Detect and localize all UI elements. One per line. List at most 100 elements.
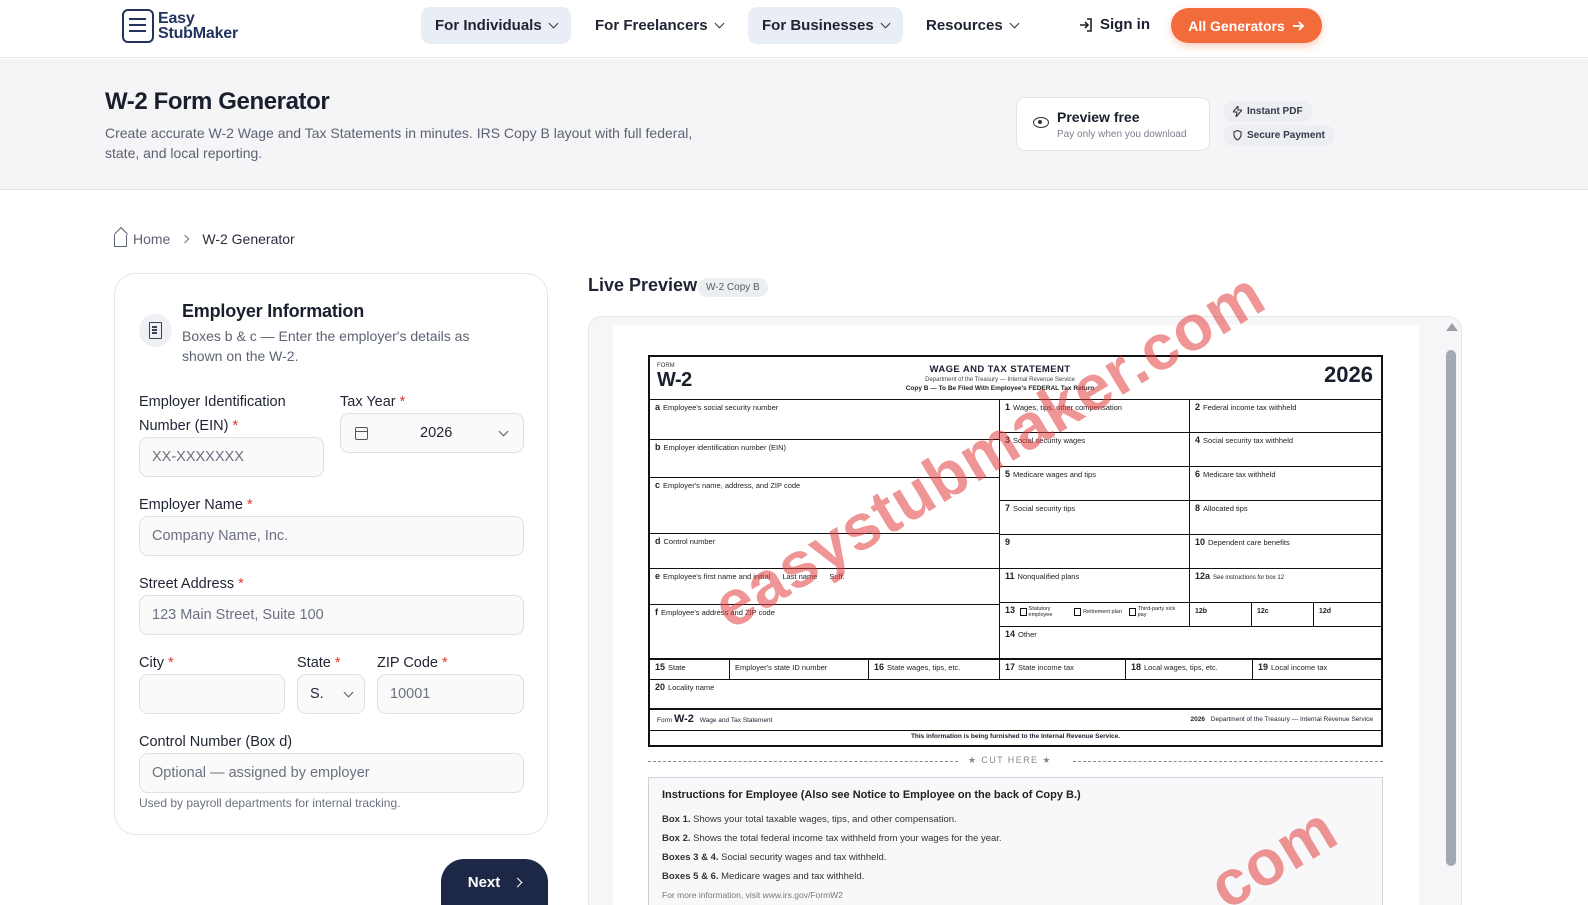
w2-box-num: 17 (1005, 662, 1016, 672)
next-label: Next (467, 873, 501, 891)
required-mark: * (168, 655, 174, 671)
instruction-line: Boxes 3 & 4. Social security wages and t… (662, 848, 1369, 867)
control-number-input[interactable]: Optional — assigned by employer (139, 753, 524, 793)
w2-box-num: c (655, 480, 661, 490)
w2-box-label: Employee's address and ZIP code (661, 608, 775, 617)
w2-box-2: 2 Federal income tax withheld (1190, 399, 1383, 433)
shield-icon (1233, 130, 1242, 141)
required-mark: * (232, 418, 239, 434)
instruction-text: Shows the total federal income tax withh… (693, 833, 1002, 844)
w2-box-label: Local wages, tips, etc. (1144, 663, 1218, 672)
state-label: State * (297, 651, 341, 675)
preview-scrollbar[interactable] (1446, 350, 1456, 866)
preview-free-subtitle: Pay only when you download (1057, 129, 1187, 140)
w2-box-label-last: Last name (782, 572, 818, 581)
w2-box-label: Medicare wages and tips (1013, 470, 1096, 479)
scroll-up-arrow[interactable] (1446, 323, 1458, 331)
zip-label: ZIP Code * (377, 651, 448, 675)
w2-box-num: e (655, 571, 661, 581)
zip-input[interactable]: 10001 (377, 674, 524, 714)
city-label: City * (139, 651, 174, 675)
state-select[interactable]: S. (297, 674, 365, 714)
preview-free-card[interactable]: Preview free Pay only when you download (1016, 97, 1210, 151)
zip-placeholder: 10001 (390, 686, 431, 702)
instructions-title: Instructions for Employee (Also see Noti… (662, 789, 1081, 801)
third-party-checkbox[interactable] (1128, 608, 1136, 616)
city-input[interactable] (139, 674, 285, 714)
cut-line-left (648, 761, 958, 762)
w2-box-label: Dependent care benefits (1208, 538, 1290, 547)
nav-for-individuals[interactable]: For Individuals (421, 7, 571, 44)
home-icon (114, 234, 127, 247)
nav-for-freelancers[interactable]: For Freelancers (581, 7, 737, 44)
w2-box-num: 18 (1131, 662, 1142, 672)
w2-box-num: 1 (1005, 402, 1011, 412)
page-description: Create accurate W-2 Wage and Tax Stateme… (105, 125, 693, 161)
logo[interactable]: Easy StubMaker (122, 9, 238, 43)
w2-box-num: 5 (1005, 469, 1011, 479)
breadcrumb-home[interactable]: Home (133, 231, 170, 247)
w2-box-12b: 12b (1190, 603, 1252, 627)
w2-box-label: Employer's name, address, and ZIP code (663, 481, 801, 490)
nav-for-businesses[interactable]: For Businesses (748, 7, 903, 44)
employee-instructions: Instructions for Employee (Also see Noti… (648, 777, 1383, 905)
all-generators-button[interactable]: All Generators (1171, 8, 1322, 43)
w2-box-num: 7 (1005, 503, 1011, 513)
street-address-label: Street Address * (139, 572, 244, 596)
w2-box-13-retirement: Retirement plan (1083, 609, 1122, 615)
control-number-placeholder: Optional — assigned by employer (152, 765, 370, 781)
street-address-input[interactable]: 123 Main Street, Suite 100 (139, 595, 524, 635)
w2-box-num: 12a (1195, 571, 1211, 581)
logo-line2: StubMaker (158, 25, 238, 42)
employer-name-label: Employer Name * (139, 493, 253, 517)
tax-year-label: Tax Year * (340, 390, 405, 414)
w2-box-12c: 12c (1252, 603, 1314, 627)
employer-name-input[interactable]: Company Name, Inc. (139, 516, 524, 556)
w2-box-label: State income tax (1018, 663, 1074, 672)
w2-box-c: c Employer's name, address, and ZIP code (650, 478, 1000, 534)
w2-box-label: Employer identification number (EIN) (663, 443, 787, 452)
secure-payment-badge: Secure Payment (1223, 125, 1335, 146)
w2-box-13-statutory: Statutory employee (1028, 606, 1053, 618)
w2-box-label: Social security wages (1013, 436, 1086, 445)
w2-box-label: Social security tax withheld (1203, 436, 1294, 445)
w2-box-f: f Employee's address and ZIP code (650, 605, 1000, 659)
retirement-checkbox[interactable] (1074, 608, 1082, 616)
w2-box-d: d Control number (650, 534, 1000, 569)
w2-box-a: a Employee's social security number (650, 399, 1000, 440)
w2-box-num: 10 (1195, 537, 1206, 547)
sign-in-link[interactable]: Sign in (1078, 16, 1150, 33)
w2-box-11: 11 Nonqualified plans (1000, 569, 1190, 603)
w2-box-num: 15 (655, 662, 666, 672)
chevron-down-icon (1009, 18, 1020, 29)
w2-box-num: 8 (1195, 503, 1201, 513)
tax-year-select[interactable]: 2026 (340, 413, 524, 453)
all-generators-label: All Generators (1188, 17, 1285, 34)
nav-resources[interactable]: Resources (912, 7, 1032, 44)
statutory-checkbox[interactable] (1019, 608, 1027, 616)
next-button[interactable]: Next (441, 859, 548, 905)
instruction-key: Boxes 5 & 6. (662, 871, 719, 882)
instruction-line: Box 2. Shows the total federal income ta… (662, 829, 1369, 848)
state-value: S. (310, 686, 324, 702)
cut-line-right (1073, 761, 1383, 762)
w2-box-label: Social security tips (1013, 504, 1076, 513)
w2-box-12d: 12d (1314, 603, 1383, 627)
w2-box-14: 14 Other (1000, 627, 1383, 659)
copy-b-badge: W-2 Copy B (698, 278, 768, 297)
chevron-down-icon (880, 18, 891, 29)
w2-box-label: State wages, tips, etc. (887, 663, 961, 672)
ein-input[interactable]: XX-XXXXXXX (139, 437, 324, 477)
nav-label: Resources (926, 17, 1003, 34)
breadcrumb: Home W-2 Generator (114, 231, 295, 247)
sign-in-icon (1080, 17, 1092, 32)
w2-box-num: 14 (1005, 629, 1016, 639)
w2-box-num: 19 (1258, 662, 1269, 672)
ein-placeholder: XX-XXXXXXX (152, 449, 244, 465)
employer-name-label-text: Employer Name (139, 497, 243, 513)
w2-box-15: 15 State (650, 659, 730, 680)
w2-footer-name: W-2 (673, 713, 694, 725)
w2-form: FORM W-2 WAGE AND TAX STATEMENT Departme… (648, 355, 1383, 747)
w2-header-title: WAGE AND TAX STATEMENT (929, 364, 1071, 375)
w2-box-12a: 12a See instructions for box 12 (1190, 569, 1383, 603)
